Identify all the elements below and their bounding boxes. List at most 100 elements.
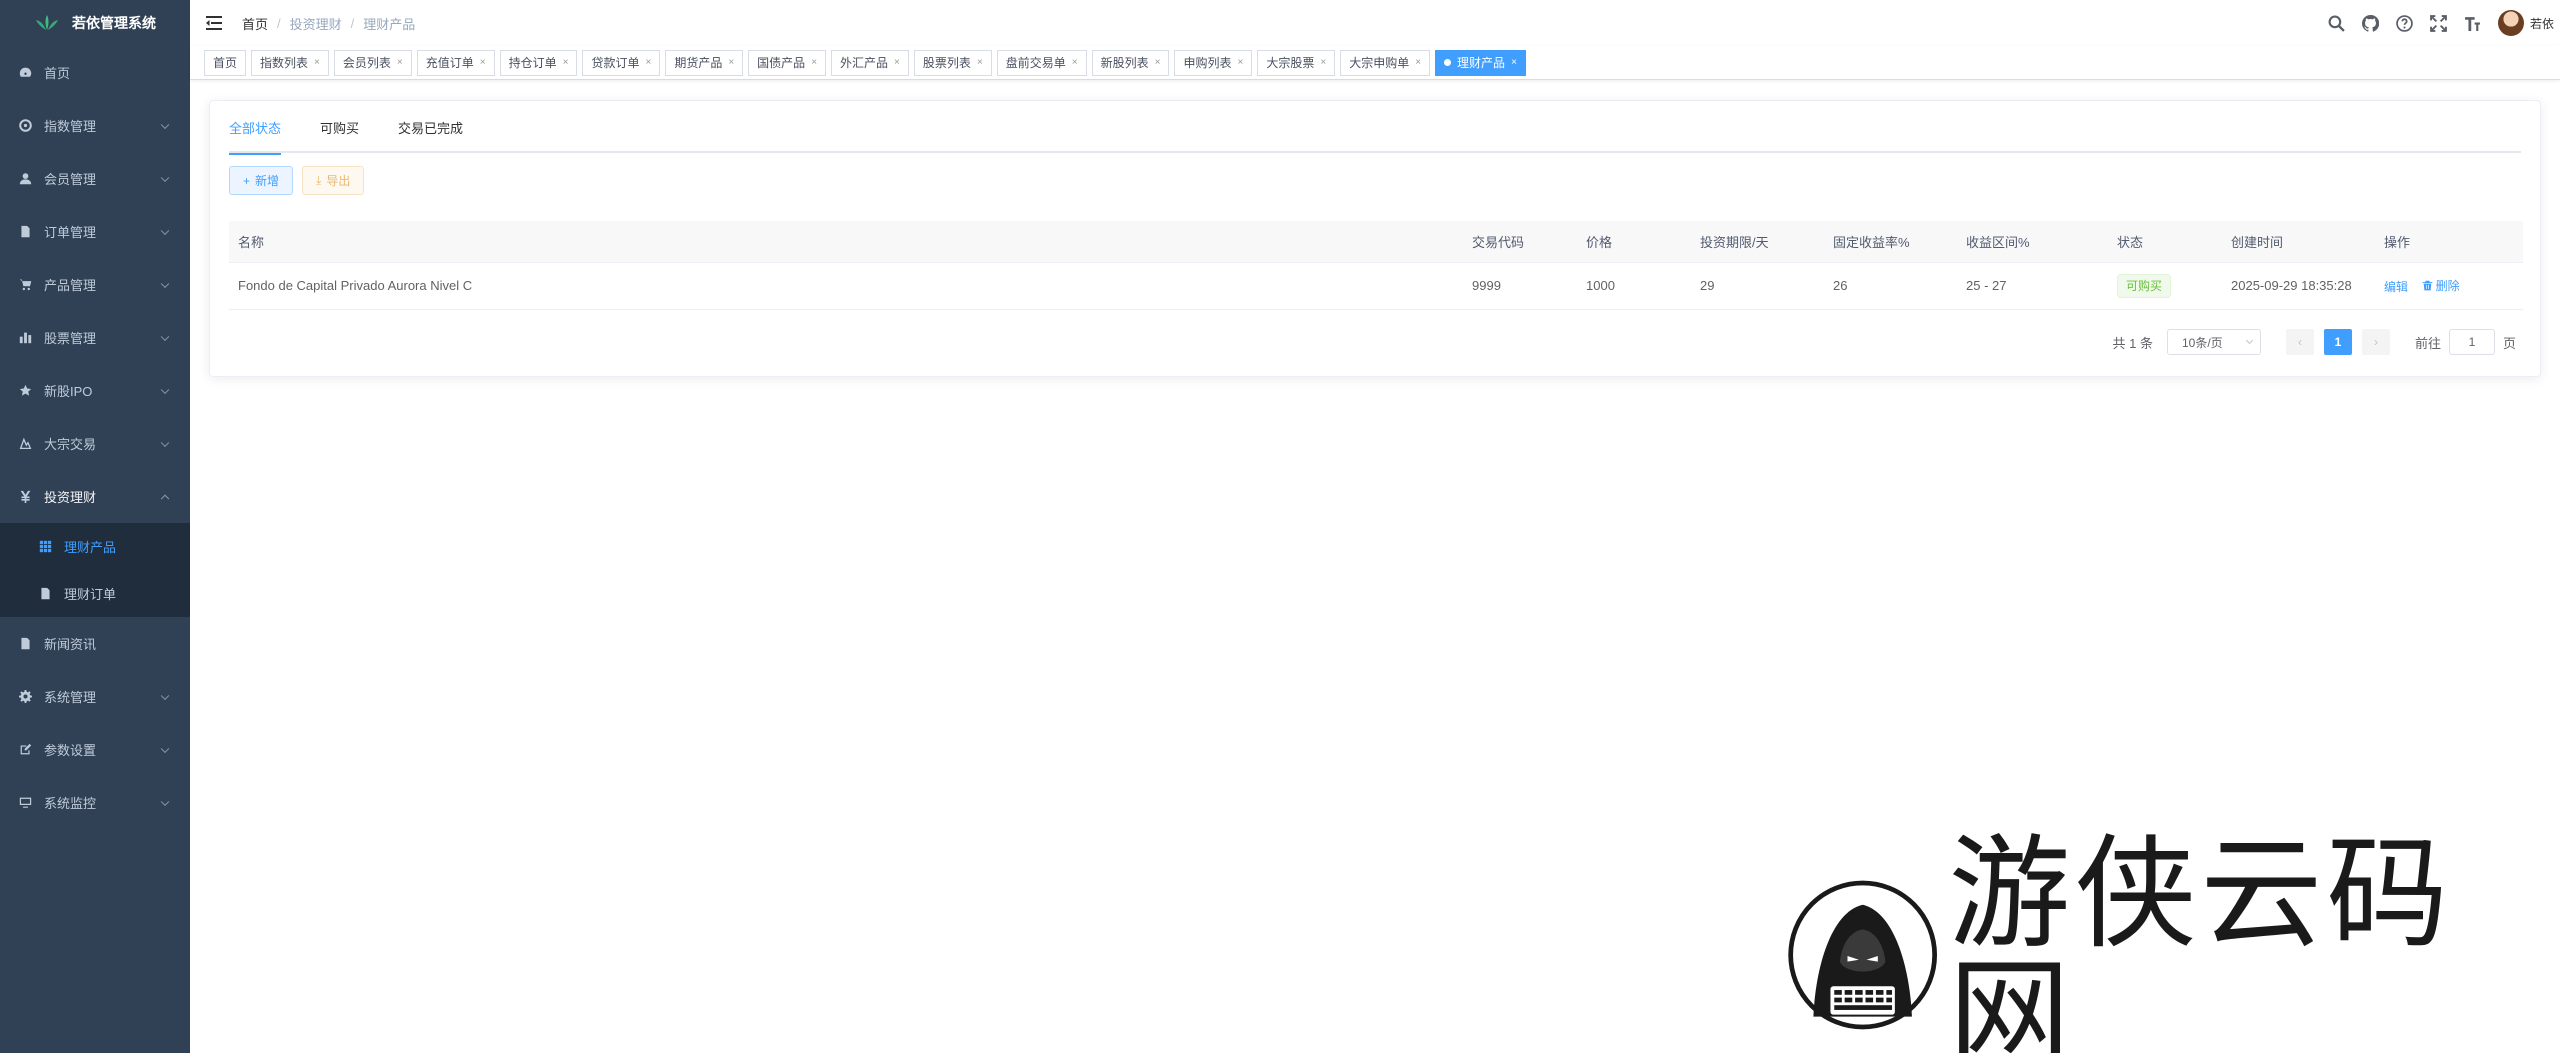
menu-label: 新闻资讯 xyxy=(44,637,97,652)
hooded-hacker-logo-icon xyxy=(1788,880,1938,1030)
goto-prefix: 前往 xyxy=(2414,335,2441,351)
logo-icon xyxy=(36,15,58,30)
edit-button[interactable]: 编辑 xyxy=(2384,278,2408,295)
add-button-label: 新增 xyxy=(255,174,280,188)
tag-item[interactable]: 股票列表 × xyxy=(913,49,992,76)
menu-item-products[interactable]: 产品管理 xyxy=(0,258,190,311)
tag-item[interactable]: 新股列表 × xyxy=(1091,49,1170,76)
tag-label: 指数列表 xyxy=(260,55,309,70)
tag-item[interactable]: 申购列表 × xyxy=(1174,49,1253,76)
close-icon[interactable]: × xyxy=(1511,51,1517,75)
menu-item-block-trade[interactable]: 大宗交易 xyxy=(0,417,190,470)
chevron-down-icon xyxy=(160,438,170,447)
watermark: 游侠云码网 xyxy=(1785,833,2545,1053)
goto-suffix: 页 xyxy=(2502,335,2516,351)
cell-created: 2025-09-29 18:35:28 xyxy=(2222,262,2375,310)
user-name[interactable]: 若依 xyxy=(2530,15,2554,32)
tag-item[interactable]: 大宗申购单 × xyxy=(1340,49,1431,76)
menu-item-members[interactable]: 会员管理 xyxy=(0,152,190,205)
page-size-value: 10条/页 xyxy=(2181,335,2223,350)
tag-item[interactable]: 盘前交易单 × xyxy=(996,49,1087,76)
table-row: Fondo de Capital Privado Aurora Nivel C … xyxy=(229,262,2523,310)
tag-item[interactable]: 首页 xyxy=(204,49,247,76)
tag-label: 持仓订单 xyxy=(508,55,557,70)
github-icon[interactable] xyxy=(2362,14,2380,32)
tag-item[interactable]: 国债产品 × xyxy=(748,49,827,76)
sidebar-logo[interactable]: 若依管理系统 xyxy=(0,0,190,46)
page-size-select[interactable]: 10条/页 xyxy=(2166,329,2261,355)
investment-submenu: 理财产品 理财订单 xyxy=(0,523,190,617)
add-button[interactable]: + 新增 xyxy=(229,166,294,195)
tag-label: 申购列表 xyxy=(1183,55,1232,70)
menu-label: 股票管理 xyxy=(44,331,97,346)
menu-item-orders[interactable]: 订单管理 xyxy=(0,205,190,258)
sub-item-label: 理财产品 xyxy=(64,540,117,555)
close-icon[interactable]: × xyxy=(1237,51,1243,75)
delete-button[interactable]: 删除 xyxy=(2422,277,2460,294)
page-number-current[interactable]: 1 xyxy=(2323,329,2352,355)
avatar[interactable] xyxy=(2497,10,2524,36)
menu-item-dashboard[interactable]: 首页 xyxy=(0,46,190,99)
chevron-down-icon xyxy=(2245,336,2254,345)
close-icon[interactable]: × xyxy=(894,51,900,75)
menu-item-system[interactable]: 系统管理 xyxy=(0,670,190,723)
chevron-down-icon xyxy=(160,691,170,700)
tag-item[interactable]: 充值订单 × xyxy=(416,49,495,76)
tab-completed[interactable]: 交易已完成 xyxy=(398,101,463,153)
fullscreen-icon[interactable] xyxy=(2430,14,2448,32)
close-icon[interactable]: × xyxy=(977,51,983,75)
export-button[interactable]: ⤓ 导出 xyxy=(302,166,365,195)
plus-icon: + xyxy=(243,173,251,188)
close-icon[interactable]: × xyxy=(811,51,817,75)
tag-item[interactable]: 外汇产品 × xyxy=(831,49,909,76)
monitor-icon xyxy=(18,796,32,810)
font-size-icon[interactable] xyxy=(2464,14,2482,32)
menu-label: 系统管理 xyxy=(44,690,97,705)
help-icon[interactable] xyxy=(2396,14,2414,32)
menu-item-ipo[interactable]: 新股IPO xyxy=(0,364,190,417)
menu-label: 参数设置 xyxy=(44,743,97,758)
column-header: 投资期限/天 xyxy=(1691,221,1824,263)
close-icon[interactable]: × xyxy=(397,51,403,75)
chevron-down-icon xyxy=(160,797,170,806)
menu-item-news[interactable]: 新闻资讯 xyxy=(0,617,190,670)
close-icon[interactable]: × xyxy=(563,51,569,75)
tag-item[interactable]: 指数列表 × xyxy=(251,49,329,76)
tag-item-active[interactable]: 理财产品 × xyxy=(1435,49,1526,76)
tag-label: 会员列表 xyxy=(342,55,391,70)
tag-item[interactable]: 持仓订单 × xyxy=(499,49,578,76)
gear-icon xyxy=(18,690,32,704)
page-jumper: 前往 1 页 xyxy=(2415,329,2516,355)
breadcrumb-item[interactable]: 首页 xyxy=(242,14,268,33)
close-icon[interactable]: × xyxy=(1320,51,1326,75)
hamburger-button[interactable] xyxy=(194,0,234,46)
sub-item-finance-products[interactable]: 理财产品 xyxy=(0,523,190,570)
close-icon[interactable]: × xyxy=(728,51,734,75)
close-icon[interactable]: × xyxy=(1155,51,1161,75)
tag-item[interactable]: 期货产品 × xyxy=(665,49,744,76)
close-icon[interactable]: × xyxy=(314,51,320,75)
menu-label: 系统监控 xyxy=(44,796,97,811)
tag-item[interactable]: 会员列表 × xyxy=(333,49,412,76)
tab-purchasable[interactable]: 可购买 xyxy=(320,101,359,153)
close-icon[interactable]: × xyxy=(1415,51,1421,75)
menu-item-investment[interactable]: 投资理财 xyxy=(0,470,190,523)
sub-item-finance-orders[interactable]: 理财订单 xyxy=(0,570,190,617)
search-icon[interactable] xyxy=(2328,14,2346,32)
menu-label: 新股IPO xyxy=(44,384,93,399)
goto-page-input[interactable]: 1 xyxy=(2448,329,2495,355)
tab-all-status[interactable]: 全部状态 xyxy=(229,101,282,155)
menu-item-monitor[interactable]: 系统监控 xyxy=(0,776,190,829)
tag-item[interactable]: 大宗股票 × xyxy=(1257,49,1336,76)
user-icon xyxy=(18,172,32,186)
prev-page-button[interactable]: ‹ xyxy=(2285,329,2314,355)
close-icon[interactable]: × xyxy=(480,51,486,75)
next-page-button[interactable]: › xyxy=(2361,329,2390,355)
close-icon[interactable]: × xyxy=(1072,51,1078,75)
menu-item-params[interactable]: 参数设置 xyxy=(0,723,190,776)
close-icon[interactable]: × xyxy=(645,51,651,75)
tag-item[interactable]: 贷款订单 × xyxy=(582,49,661,76)
menu-item-stocks[interactable]: 股票管理 xyxy=(0,311,190,364)
cell-status: 可购买 xyxy=(2108,262,2222,310)
menu-item-index[interactable]: 指数管理 xyxy=(0,99,190,152)
